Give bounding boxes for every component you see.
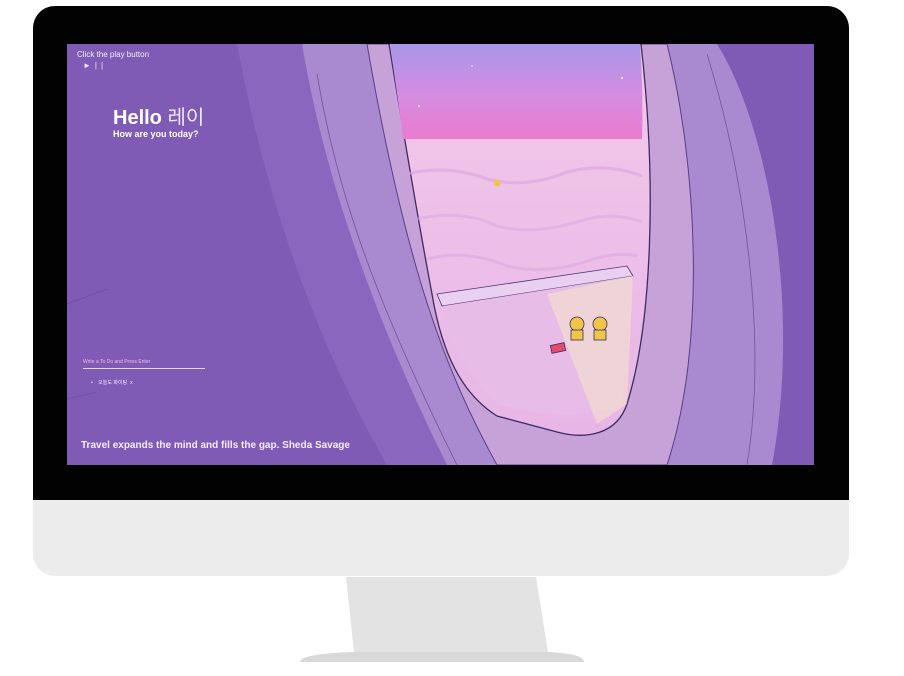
greeting: Hello 레이 How are you today? xyxy=(113,106,204,140)
play-icon[interactable]: ► xyxy=(83,61,95,70)
greeting-user-name: 레이 xyxy=(167,107,205,129)
desktop-screen: Click the play button ►|| Hello 레이 How a… xyxy=(67,44,814,465)
player-hint: Click the play button xyxy=(77,50,150,59)
greeting-hello: Hello xyxy=(113,107,162,129)
todo-widget: 오늘도 화이팅x xyxy=(83,350,205,386)
greeting-subtitle: How are you today? xyxy=(113,129,199,139)
travel-quote: Travel expands the mind and fills the ga… xyxy=(81,440,350,451)
music-player: Click the play button ►|| xyxy=(77,50,149,71)
monitor-chin xyxy=(33,500,849,576)
todo-item: 오늘도 화이팅x xyxy=(91,379,205,386)
todo-item-text: 오늘도 화이팅 xyxy=(98,380,128,386)
todo-input[interactable] xyxy=(83,356,205,369)
pause-icon[interactable]: || xyxy=(95,61,107,70)
greeting-title: Hello 레이 xyxy=(113,106,204,130)
todo-delete-button[interactable]: x xyxy=(130,380,133,386)
player-controls: ►|| xyxy=(83,60,149,71)
todo-list: 오늘도 화이팅x xyxy=(91,379,205,386)
